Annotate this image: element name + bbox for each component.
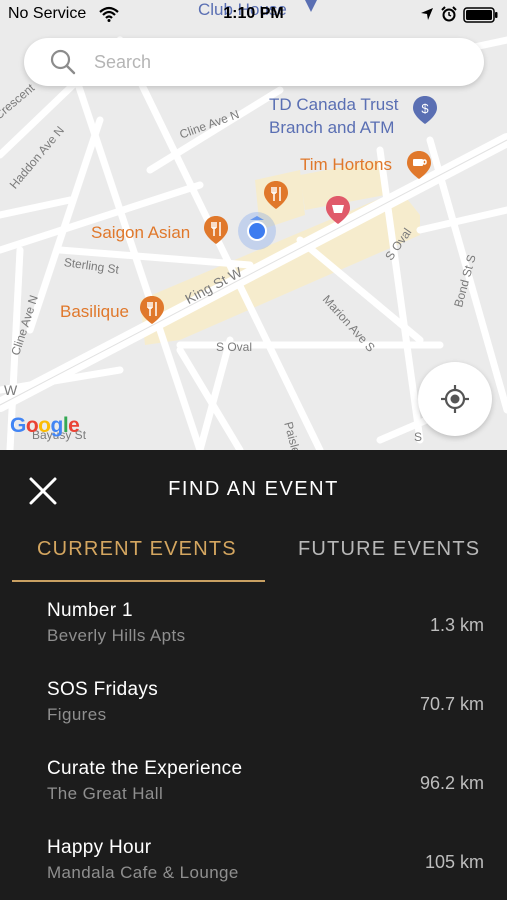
panel-header: FIND AN EVENT: [0, 450, 507, 528]
locate-me-button[interactable]: [418, 362, 492, 436]
google-logo: Google: [10, 414, 80, 438]
shopping-pin-icon[interactable]: [325, 195, 351, 225]
event-name: SOS Fridays: [47, 679, 158, 700]
event-distance: 70.7 km: [419, 694, 484, 714]
bank-pin-icon[interactable]: $: [412, 95, 438, 125]
battery-icon: [463, 7, 498, 23]
list-item[interactable]: SOS Fridays Figures 70.7 km: [0, 669, 507, 748]
street-label: W: [4, 382, 18, 398]
street-label: S Oval: [216, 340, 253, 354]
current-location-icon: [238, 212, 276, 250]
search-bar[interactable]: [24, 38, 484, 86]
tab-future-events[interactable]: FUTURE EVENTS: [298, 538, 480, 561]
tab-current-events[interactable]: CURRENT EVENTS: [37, 538, 237, 561]
poi-td-bank[interactable]: TD Canada Trust Branch and ATM: [269, 93, 398, 139]
poi-label-line1: TD Canada Trust: [269, 95, 399, 114]
tab-selected-indicator: [12, 580, 265, 582]
event-tabs: CURRENT EVENTS FUTURE EVENTS: [0, 528, 507, 582]
list-item[interactable]: Happy Hour Mandala Cafe & Lounge 105 km: [0, 827, 507, 900]
event-distance: 105 km: [424, 852, 484, 872]
event-distance: 96.2 km: [419, 773, 484, 793]
google-logo-letter: o: [38, 414, 51, 437]
cafe-pin-icon[interactable]: [406, 150, 432, 180]
search-icon: [50, 49, 76, 75]
poi-saigon-asian[interactable]: Saigon Asian: [91, 223, 190, 243]
crosshair-icon: [441, 385, 469, 413]
alarm-icon: [441, 6, 457, 22]
event-venue: Figures: [47, 705, 107, 724]
search-input[interactable]: [94, 38, 464, 86]
event-venue: Beverly Hills Apts: [47, 626, 186, 645]
event-venue: The Great Hall: [47, 784, 164, 803]
street-label: S: [414, 430, 423, 444]
google-logo-letter: g: [50, 414, 64, 437]
events-panel: FIND AN EVENT CURRENT EVENTS FUTURE EVEN…: [0, 450, 507, 900]
location-arrow-icon: [421, 8, 433, 20]
event-venue: Mandala Cafe & Lounge: [47, 863, 239, 882]
svg-text:$: $: [421, 101, 429, 116]
restaurant-pin-icon[interactable]: [203, 215, 229, 245]
poi-basilique[interactable]: Basilique: [60, 302, 129, 322]
event-list: Number 1 Beverly Hills Apts 1.3 km SOS F…: [0, 590, 507, 900]
page-title: FIND AN EVENT: [168, 478, 339, 500]
restaurant-pin-icon[interactable]: [139, 295, 165, 325]
poi-tim-hortons[interactable]: Tim Hortons: [300, 155, 392, 175]
google-logo-letter: e: [68, 414, 80, 437]
event-name: Number 1: [47, 600, 133, 621]
google-logo-letter: G: [10, 414, 26, 437]
poi-label-line2: Branch and ATM: [269, 118, 395, 137]
event-distance: 1.3 km: [429, 615, 484, 635]
event-name: Happy Hour: [47, 837, 152, 858]
restaurant-pin-icon[interactable]: [263, 180, 289, 210]
event-name: Curate the Experience: [47, 758, 243, 779]
status-bar: Club House No Service 1:10 PM: [0, 0, 507, 30]
list-item[interactable]: Number 1 Beverly Hills Apts 1.3 km: [0, 590, 507, 669]
list-item[interactable]: Curate the Experience The Great Hall 96.…: [0, 748, 507, 827]
map-view[interactable]: Crescent Haddon Ave N Cline Ave N Cline …: [0, 0, 507, 450]
google-logo-letter: o: [25, 414, 39, 437]
